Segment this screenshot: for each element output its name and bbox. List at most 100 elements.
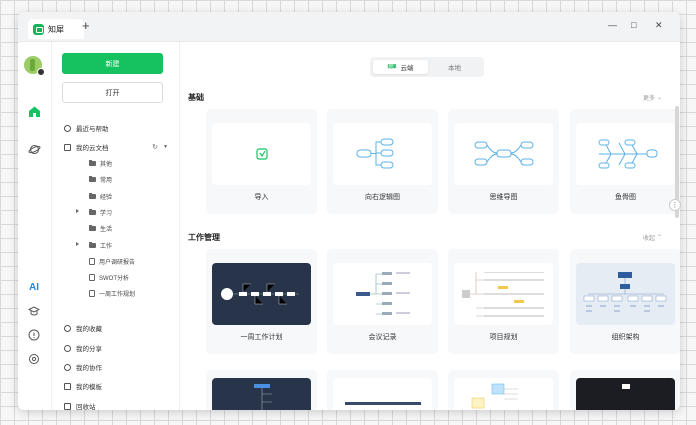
- tree-item[interactable]: 常用: [85, 174, 112, 185]
- mindmap-thumbnail: [454, 123, 553, 185]
- folder-icon: [89, 176, 96, 183]
- document-icon: [89, 274, 95, 282]
- fishbone-thumbnail: [576, 123, 675, 185]
- trash-icon: [64, 402, 71, 410]
- card-label: 导入: [254, 194, 269, 201]
- logic-thumbnail: [333, 123, 432, 185]
- template-thumbnail: [212, 378, 311, 410]
- template-card-logic[interactable]: 向右逻辑图: [327, 109, 438, 214]
- tree-item-label: 其他: [100, 162, 113, 168]
- cloud-badge: 知犀: [387, 64, 397, 69]
- sidebar: 新建 打开 最近与帮助 我的云文档 ↻ ▼ 其他常用经验学习生活工作用户调研报告…: [52, 42, 180, 410]
- card-label: 项目规划: [489, 334, 518, 341]
- nav-label: 我的收藏: [76, 326, 102, 333]
- card-label: 一周工作计划: [240, 334, 283, 341]
- tab-cloud[interactable]: 知犀 云端: [373, 60, 428, 74]
- import-thumbnail: [212, 123, 311, 185]
- tree-item-label: 常用: [100, 178, 113, 185]
- app-logo-icon: [33, 23, 44, 35]
- collapse-link[interactable]: 收起 ⌃: [643, 233, 662, 242]
- template-thumbnail: [454, 378, 553, 410]
- close-button[interactable]: ✕: [655, 20, 663, 31]
- basic-section-title: 基础: [188, 93, 204, 102]
- work-section-title: 工作管理: [188, 233, 220, 242]
- new-button[interactable]: 新建: [62, 53, 163, 74]
- more-label: 更多: [642, 96, 655, 102]
- maximize-button[interactable]: □: [631, 20, 636, 30]
- chevron-down-icon: ⌄: [656, 95, 662, 101]
- meeting-notes-thumbnail: [333, 263, 432, 325]
- nav-label: 回收站: [76, 404, 96, 410]
- graduation-cap-icon[interactable]: [27, 304, 41, 318]
- card-label: 向右逻辑图: [365, 194, 400, 201]
- add-tab-button[interactable]: +: [82, 18, 90, 33]
- more-link[interactable]: 更多 ⌄: [643, 93, 662, 102]
- open-button[interactable]: 打开: [62, 82, 163, 103]
- minimize-button[interactable]: —: [608, 20, 617, 30]
- tree-item[interactable]: 生活: [85, 223, 112, 234]
- project-plan-thumbnail: [454, 263, 553, 325]
- template-card-project-plan[interactable]: 项目规划: [448, 249, 559, 354]
- nav-star[interactable]: 我的收藏: [64, 322, 102, 334]
- nav-collaboration[interactable]: 我的协作: [64, 361, 102, 373]
- template-card[interactable]: [448, 370, 559, 410]
- card-label: 会议记录: [368, 334, 397, 341]
- ai-icon[interactable]: AI: [27, 280, 41, 294]
- planet-icon[interactable]: [27, 142, 41, 156]
- settings-icon[interactable]: [27, 352, 41, 366]
- tab-cloud-label: 云端: [400, 65, 414, 72]
- tree-item-label: 工作: [100, 243, 113, 250]
- tree-item[interactable]: SWOT分析: [85, 272, 129, 283]
- main-area: 知犀 云端 本地 基础 更多 ⌄ 导入 向右逻辑图 思维导图 鱼骨图 工作管理 …: [180, 42, 680, 410]
- tree-item[interactable]: 工作: [76, 240, 113, 251]
- template-card-import[interactable]: 导入: [206, 109, 317, 214]
- title-bar: 知犀 + — □ ✕: [18, 12, 680, 42]
- star-icon: [64, 324, 71, 332]
- chevron-down-icon[interactable]: ▼: [163, 144, 168, 150]
- help-icon[interactable]: [27, 328, 41, 342]
- nav-template[interactable]: 我的模板: [64, 380, 102, 392]
- nav-recent[interactable]: 最近与帮助: [64, 122, 109, 134]
- tree-item[interactable]: 一周工作规划: [85, 288, 135, 299]
- more-options-icon[interactable]: ⋮: [669, 199, 681, 211]
- folder-icon: [89, 192, 96, 199]
- chevron-up-icon: ⌃: [656, 235, 662, 241]
- template-card-fishbone[interactable]: 鱼骨图: [570, 109, 680, 214]
- nav-my-cloud-label: 我的云文档: [76, 145, 109, 152]
- template-card[interactable]: [570, 370, 680, 410]
- tab-local[interactable]: 本地: [428, 60, 481, 74]
- icon-rail: AI: [18, 42, 52, 410]
- document-icon: [89, 290, 95, 298]
- template-card[interactable]: [327, 370, 438, 410]
- folder-icon: [89, 160, 96, 166]
- share-icon: [64, 344, 71, 352]
- template-card-weekly-plan[interactable]: 一周工作计划: [206, 249, 317, 354]
- collaboration-icon: [64, 363, 71, 371]
- template-card-meeting-notes[interactable]: 会议记录: [327, 249, 438, 354]
- settings-badge-icon[interactable]: [37, 68, 45, 76]
- tree-item[interactable]: 其他: [85, 158, 112, 169]
- nav-label: 我的模板: [76, 384, 102, 391]
- template-thumbnail: [576, 378, 675, 410]
- storage-toggle: 知犀 云端 本地: [370, 57, 484, 77]
- nav-recent-label: 最近与帮助: [76, 126, 109, 133]
- nav-share[interactable]: 我的分享: [64, 342, 102, 354]
- nav-trash[interactable]: 回收站: [64, 400, 96, 410]
- expand-caret-icon[interactable]: [76, 209, 79, 214]
- template-card-org-chart[interactable]: 组织架构: [570, 249, 680, 354]
- folder-icon: [89, 208, 96, 215]
- tree-item-label: 经验: [100, 194, 113, 201]
- template-card[interactable]: [206, 370, 317, 410]
- tree-item[interactable]: 经验: [85, 191, 112, 202]
- template-card-mindmap[interactable]: 思维导图: [448, 109, 559, 214]
- expand-caret-icon[interactable]: [76, 242, 79, 246]
- tree-item[interactable]: 学习: [76, 207, 112, 218]
- folder-icon: [89, 225, 96, 232]
- app-window: 知犀 + — □ ✕ AI 新建 打开 最近与帮助 我的云文档 ↻ ▼ 其他 常…: [18, 12, 680, 410]
- refresh-icon[interactable]: ↻: [152, 143, 158, 151]
- tree-item-label: SWOT分析: [99, 276, 129, 283]
- tree-item[interactable]: 用户调研报告: [85, 256, 135, 267]
- doc-tab[interactable]: 知犀: [28, 19, 84, 39]
- home-icon[interactable]: [27, 104, 41, 118]
- nav-my-cloud[interactable]: 我的云文档 ↻ ▼: [64, 141, 168, 153]
